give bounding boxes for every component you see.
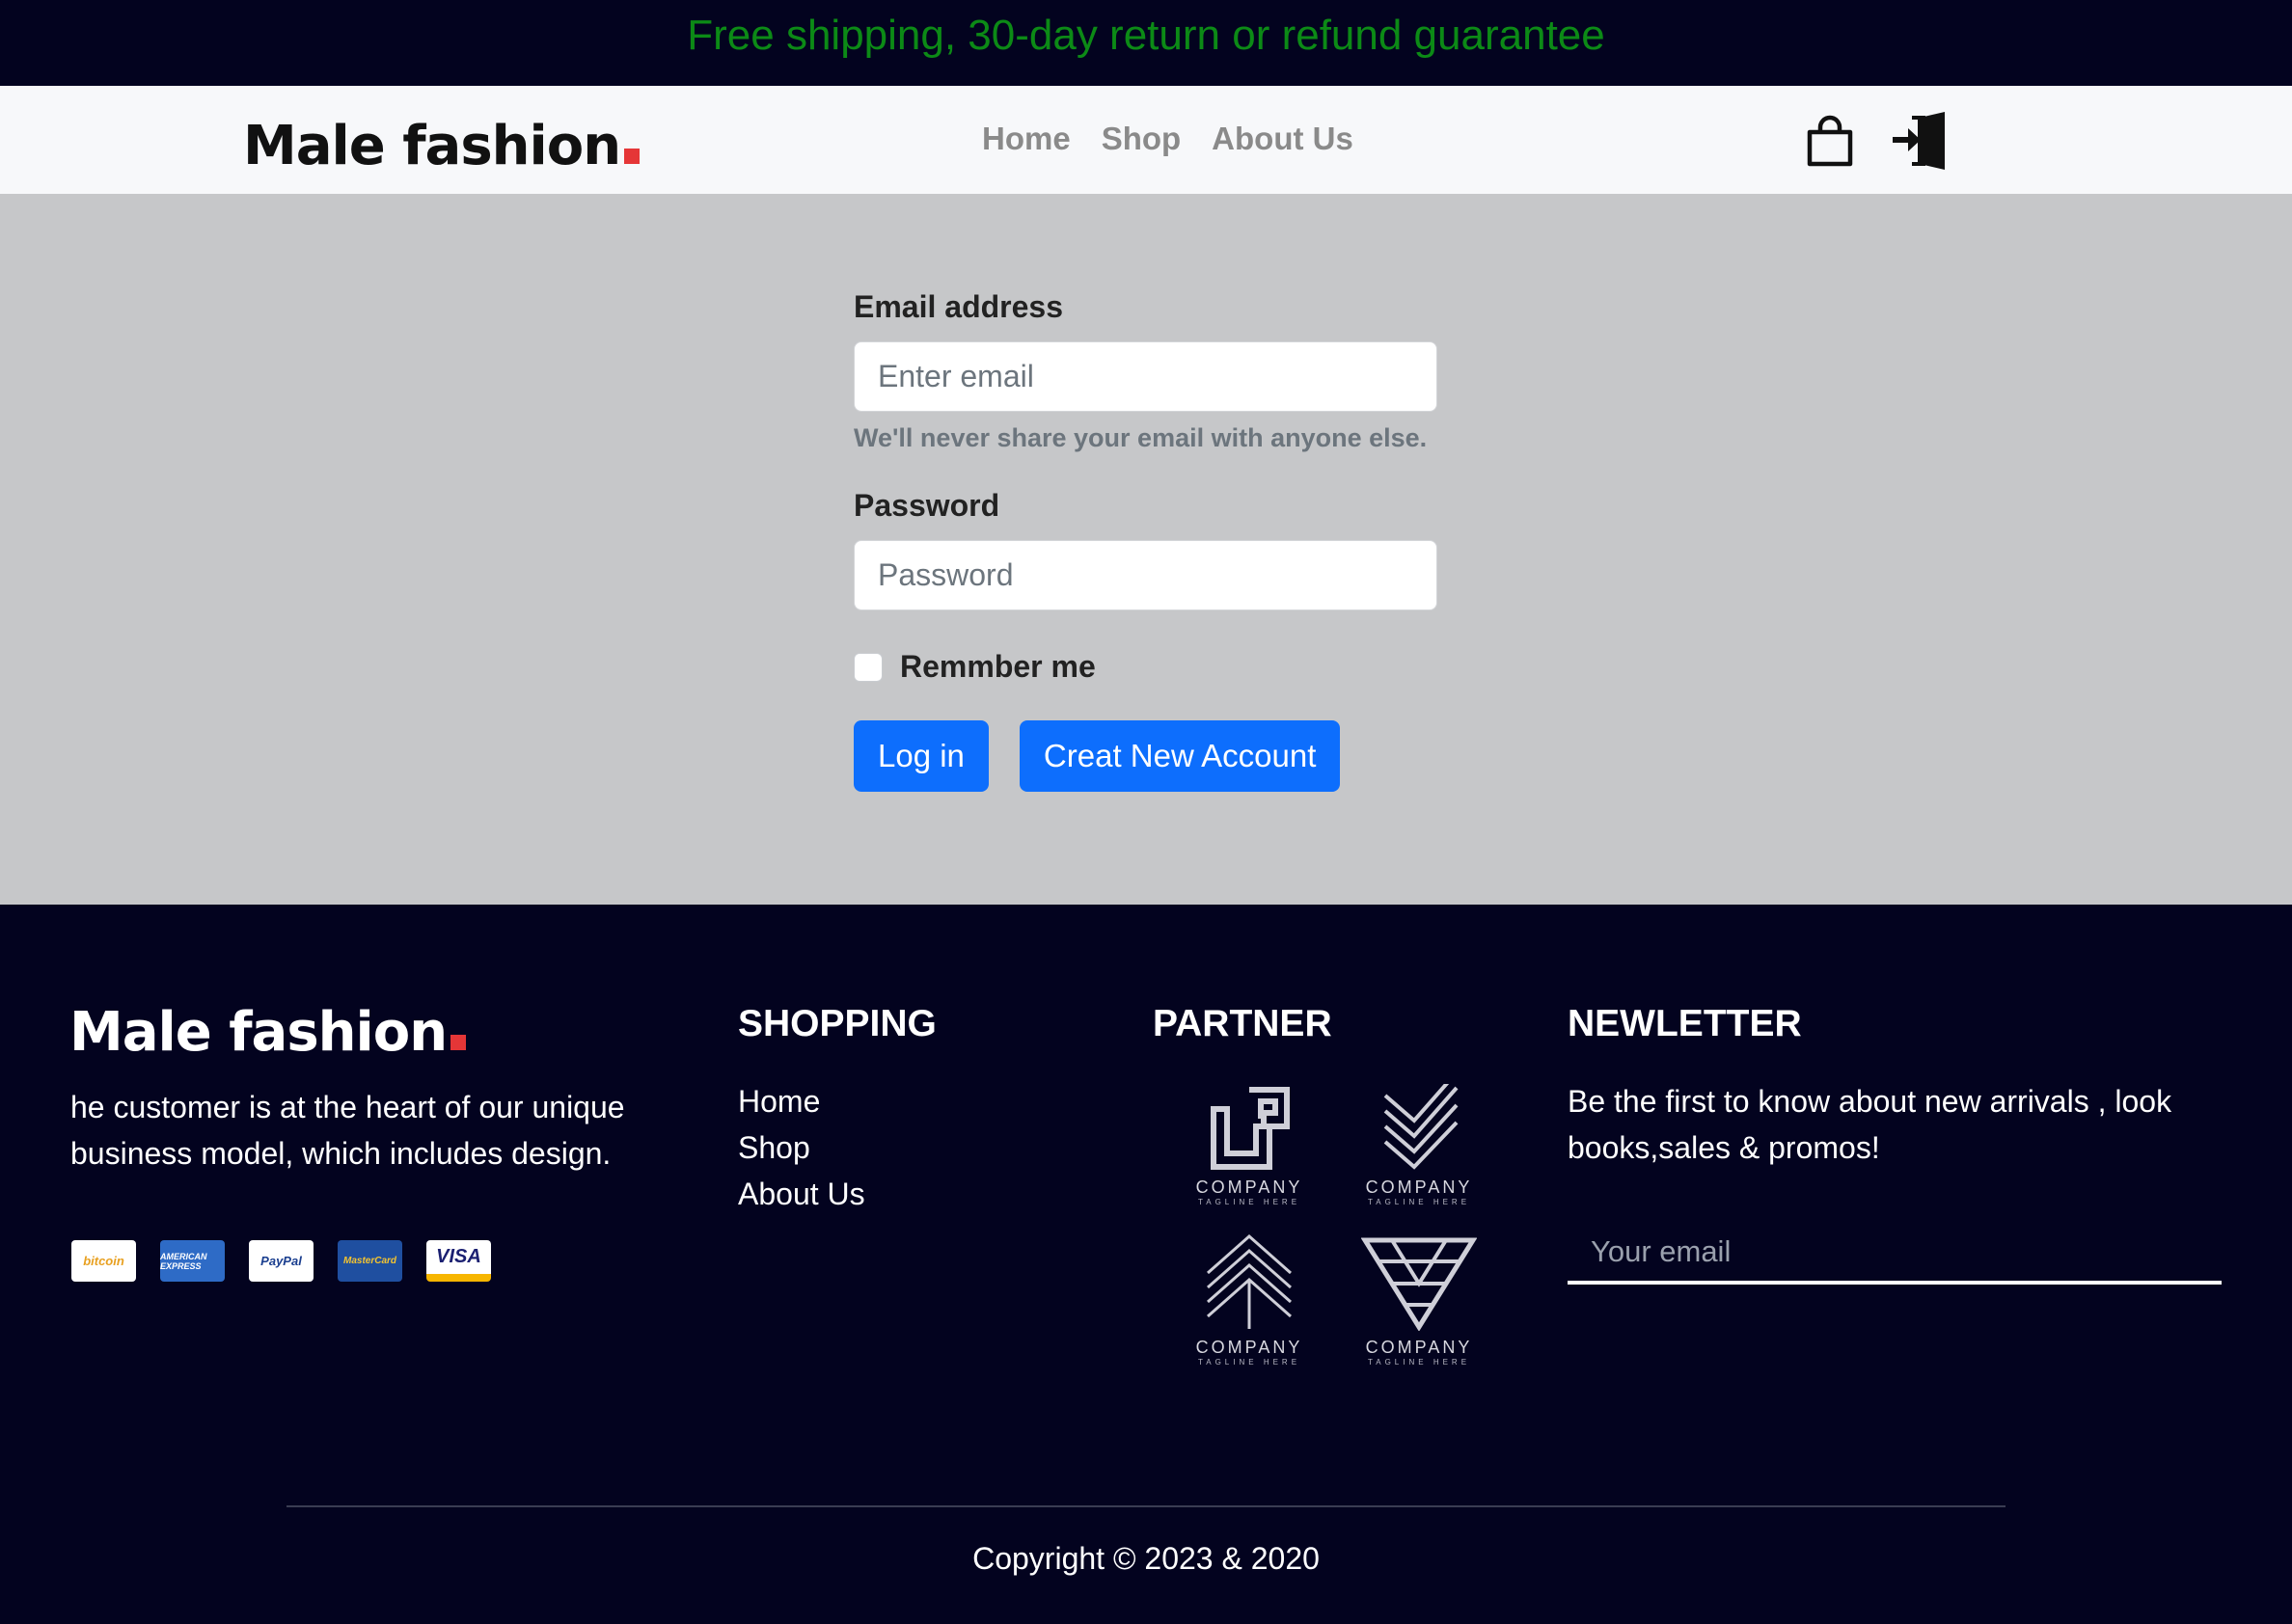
partner-tagline: TAGLINE HERE bbox=[1367, 1198, 1471, 1206]
triangle-grid-icon bbox=[1360, 1237, 1478, 1332]
partner-tagline: TAGLINE HERE bbox=[1367, 1358, 1471, 1367]
remember-me-row: Remmber me bbox=[854, 649, 1442, 685]
nav-home[interactable]: Home bbox=[982, 121, 1071, 157]
partner-logos: COMPANY TAGLINE HERE COMPANY TAGLINE HER… bbox=[1187, 1070, 1495, 1373]
password-input[interactable] bbox=[854, 540, 1437, 610]
newsletter-title: NEWLETTER bbox=[1568, 1003, 1802, 1044]
partner-name: COMPANY bbox=[1195, 1338, 1303, 1357]
email-input[interactable] bbox=[854, 341, 1437, 412]
payment-methods: bitcoin AMERICAN EXPRESS PayPal MasterCa… bbox=[71, 1240, 491, 1282]
nav-links: Home Shop About Us bbox=[982, 121, 1353, 157]
email-label: Email address bbox=[854, 289, 1063, 324]
promo-banner: Free shipping, 30-day return or refund g… bbox=[0, 0, 2292, 86]
login-form: Email address We'll never share your ema… bbox=[854, 289, 1442, 792]
partner-title: PARTNER bbox=[1153, 1003, 1332, 1044]
form-buttons: Log in Creat New Account bbox=[854, 720, 1442, 792]
nav-shop[interactable]: Shop bbox=[1102, 121, 1181, 157]
square-mark-icon bbox=[1211, 1087, 1290, 1170]
brand-name: Male fashion bbox=[243, 115, 621, 177]
visa-card-icon: VISA bbox=[426, 1240, 491, 1282]
partner-logo: COMPANY TAGLINE HERE bbox=[1187, 1084, 1312, 1206]
peak-mark-icon bbox=[1207, 1233, 1292, 1329]
sign-in-icon[interactable] bbox=[1891, 110, 1949, 172]
remember-me-checkbox[interactable] bbox=[854, 652, 883, 682]
partner-tagline: TAGLINE HERE bbox=[1197, 1198, 1301, 1206]
logo-dot bbox=[624, 149, 641, 164]
footer-logo-dot bbox=[450, 1035, 467, 1050]
footer-about-text: he customer is at the heart of our uniqu… bbox=[70, 1090, 625, 1171]
brand-logo[interactable]: Male fashion bbox=[243, 115, 641, 177]
paypal-card-icon: PayPal bbox=[249, 1240, 314, 1282]
partner-logo: COMPANY TAGLINE HERE bbox=[1187, 1233, 1312, 1367]
amex-card-icon: AMERICAN EXPRESS bbox=[160, 1240, 225, 1282]
footer-link-shop[interactable]: Shop bbox=[738, 1124, 865, 1171]
footer-brand-name: Male fashion bbox=[69, 1001, 448, 1064]
footer-shopping-links: Home Shop About Us bbox=[738, 1078, 865, 1217]
footer-link-about-us[interactable]: About Us bbox=[738, 1171, 865, 1217]
footer-logo[interactable]: Male fashion bbox=[69, 1001, 467, 1064]
email-help-text: We'll never share your email with anyone… bbox=[854, 423, 1428, 452]
mastercard-card-icon: MasterCard bbox=[338, 1240, 402, 1282]
nav-about-us[interactable]: About Us bbox=[1212, 121, 1353, 157]
footer: Male fashion he customer is at the heart… bbox=[0, 905, 2292, 1624]
shopping-bag-icon[interactable] bbox=[1806, 115, 1854, 167]
bitcoin-card-icon: bitcoin bbox=[71, 1240, 136, 1282]
password-label: Password bbox=[854, 488, 1000, 523]
copyright-text: Copyright © 2023 & 2020 bbox=[972, 1541, 1320, 1576]
newsletter-text: Be the first to know about new arrivals … bbox=[1568, 1084, 2172, 1165]
login-button[interactable]: Log in bbox=[854, 720, 989, 792]
footer-link-home[interactable]: Home bbox=[738, 1078, 865, 1124]
partner-name: COMPANY bbox=[1365, 1177, 1473, 1197]
shopping-title: SHOPPING bbox=[738, 1003, 937, 1044]
create-account-button[interactable]: Creat New Account bbox=[1019, 720, 1341, 792]
partner-name: COMPANY bbox=[1365, 1338, 1473, 1357]
partner-logo: COMPANY TAGLINE HERE bbox=[1356, 1070, 1482, 1206]
partner-logo: COMPANY TAGLINE HERE bbox=[1356, 1234, 1482, 1367]
remember-me-label[interactable]: Remmber me bbox=[900, 649, 1096, 685]
chevron-stack-icon bbox=[1383, 1070, 1459, 1170]
partner-tagline: TAGLINE HERE bbox=[1197, 1358, 1301, 1367]
partner-name: COMPANY bbox=[1195, 1177, 1303, 1197]
navbar: Male fashion Home Shop About Us bbox=[0, 86, 2292, 194]
footer-divider bbox=[286, 1505, 2006, 1507]
newsletter-email-input[interactable] bbox=[1568, 1223, 2222, 1285]
